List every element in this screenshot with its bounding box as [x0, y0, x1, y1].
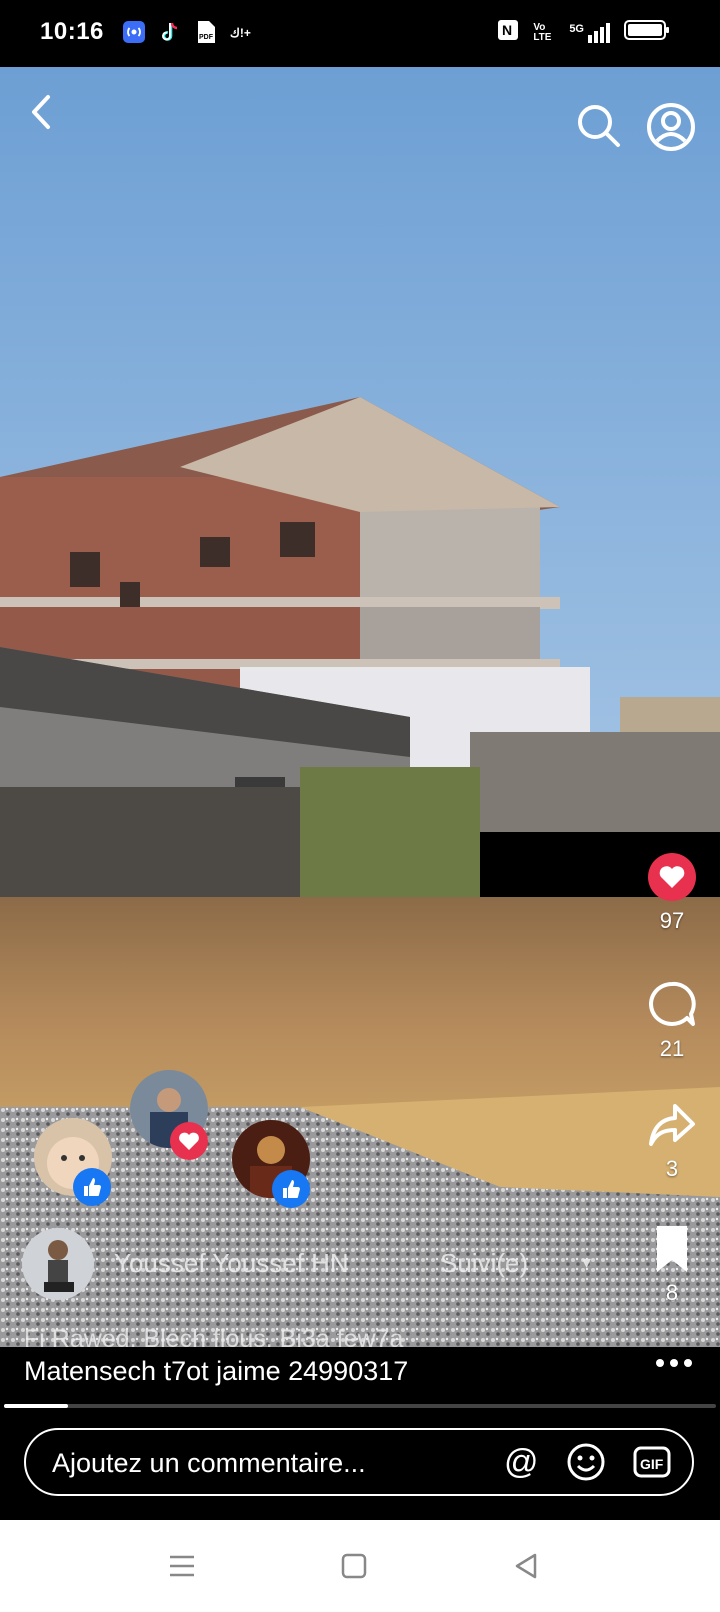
comment-button[interactable]: 21: [640, 980, 704, 1062]
bottom-panel: Matensech t7ot jaime 24990317 Ajoutez un…: [0, 1348, 720, 1520]
video-progress-fill: [4, 1404, 69, 1408]
system-navigation-bar: [0, 1520, 720, 1612]
save-count: 8: [665, 1280, 679, 1305]
share-count: 3: [665, 1156, 679, 1181]
home-square-icon: [341, 1553, 367, 1579]
comment-input[interactable]: Ajoutez un commentaire... @ GIF: [24, 1428, 694, 1496]
like-count: 97: [659, 908, 685, 933]
battery-icon: [624, 18, 670, 47]
more-options-button[interactable]: [652, 1348, 696, 1372]
share-button[interactable]: 3: [640, 1100, 704, 1182]
triangle-back-icon: [515, 1553, 537, 1579]
home-button[interactable]: [334, 1546, 374, 1586]
comment-placeholder: Ajoutez un commentaire...: [52, 1448, 366, 1478]
tiktok-icon: [158, 20, 182, 44]
mention-icon: @: [504, 1443, 539, 1481]
comment-count: 21: [659, 1036, 685, 1061]
volte-icon: Vo LTE: [533, 21, 552, 43]
gif-icon: GIF: [633, 1446, 671, 1478]
reactor-avatars: [0, 1070, 400, 1210]
back-button[interactable]: [22, 85, 62, 135]
nfc-icon: N: [497, 19, 519, 46]
heart-badge-icon: [170, 1122, 208, 1160]
emoji-icon: [567, 1443, 605, 1481]
mention-button[interactable]: @: [501, 1442, 541, 1482]
gif-button[interactable]: GIF: [632, 1442, 672, 1482]
pdf-icon: PDF: [194, 20, 218, 44]
svg-text:N: N: [502, 22, 512, 38]
profile-button[interactable]: [645, 101, 697, 153]
bookmark-icon: [657, 1226, 687, 1272]
comment-icon: [649, 981, 696, 1026]
5g-signal-icon: 5G: [569, 22, 610, 43]
top-controls: [0, 67, 720, 167]
post-caption-line2: Matensech t7ot jaime 24990317: [24, 1356, 409, 1386]
profile-icon: [647, 103, 695, 151]
recent-apps-button[interactable]: [162, 1546, 202, 1586]
video-progress-bar[interactable]: [4, 1404, 716, 1408]
author-avatar[interactable]: [22, 1228, 94, 1300]
heart-icon: [648, 853, 696, 901]
like-button[interactable]: 97: [640, 852, 704, 934]
author-name[interactable]: Youssef Youssef HN: [114, 1248, 349, 1279]
author-row: Youssef Youssef HN Suivi(e) ▾: [22, 1228, 622, 1308]
svg-text:@: @: [504, 1443, 539, 1481]
like-badge-icon: [73, 1168, 111, 1206]
signal-extra-icon: ﻙ!+: [230, 20, 254, 44]
svg-text:PDF: PDF: [199, 34, 214, 41]
more-dots-icon: [656, 1359, 692, 1367]
back-icon: [32, 95, 50, 129]
emoji-button[interactable]: [566, 1442, 606, 1482]
save-button[interactable]: 8: [640, 1224, 704, 1306]
search-button[interactable]: [574, 101, 624, 151]
follow-status-button[interactable]: Suivi(e): [440, 1248, 528, 1279]
hotspot-icon: [122, 20, 146, 44]
system-back-button[interactable]: [506, 1546, 546, 1586]
like-badge-icon: [272, 1170, 310, 1208]
chevron-down-icon[interactable]: ▾: [582, 1252, 591, 1273]
menu-icon: [170, 1555, 194, 1577]
svg-text:GIF: GIF: [640, 1456, 664, 1472]
svg-text:ﻙ!+: ﻙ!+: [230, 26, 251, 40]
share-icon: [649, 1104, 695, 1146]
search-icon: [578, 105, 620, 147]
status-time: 10:16: [40, 18, 104, 45]
status-bar: 10:16 PDF ﻙ!+ N Vo LTE 5G: [0, 0, 720, 67]
